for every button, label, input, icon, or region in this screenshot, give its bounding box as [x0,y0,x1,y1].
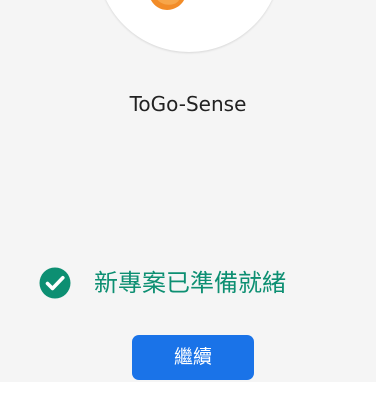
check-circle-icon [39,267,71,299]
continue-button[interactable]: 繼續 [132,335,254,380]
app-logo-container [97,0,281,52]
bottom-edge [0,382,376,410]
app-logo-icon [151,0,185,10]
project-ready-screen: ToGo-Sense 新專案已準備就緒 繼續 [0,0,376,410]
project-ready-status: 新專案已準備就緒 [38,265,358,301]
ready-message: 新專案已準備就緒 [94,269,286,297]
project-name: ToGo-Sense [129,92,247,116]
